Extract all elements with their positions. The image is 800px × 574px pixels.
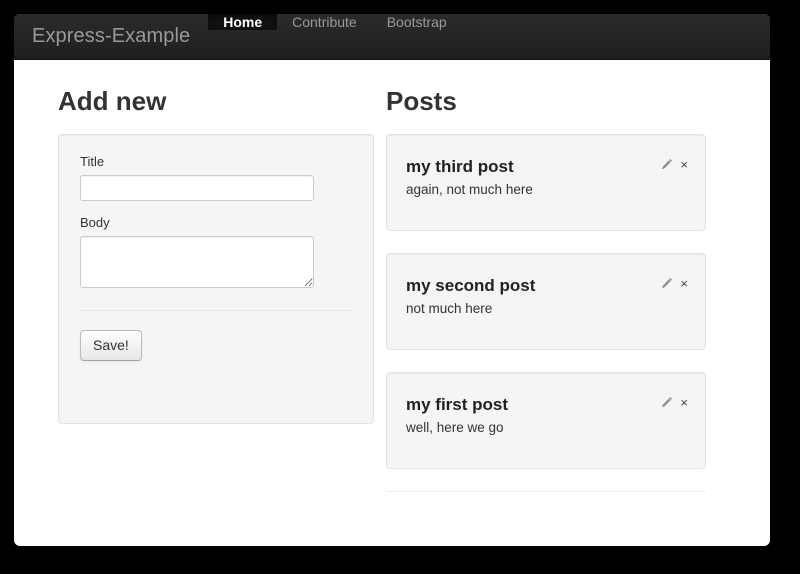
post-body: again, not much here — [406, 181, 533, 197]
pencil-icon[interactable] — [660, 277, 673, 290]
save-button[interactable]: Save! — [80, 329, 142, 362]
nav-link-contribute[interactable]: Contribute — [277, 14, 372, 30]
posts-bottom-divider — [386, 490, 706, 492]
pencil-icon[interactable] — [660, 396, 673, 409]
post-card: my second post not much here × — [386, 252, 706, 350]
post-title: my first post — [406, 394, 509, 414]
navbar-brand[interactable]: Express-Example — [14, 14, 208, 59]
add-new-form-panel: Title Body Save! — [58, 133, 374, 424]
nav-item-bootstrap[interactable]: Bootstrap — [372, 14, 462, 59]
title-label: Title — [80, 153, 105, 169]
post-title: my second post — [406, 275, 536, 295]
pencil-icon[interactable] — [660, 158, 673, 171]
posts-heading: Posts — [386, 86, 457, 116]
nav-item-home[interactable]: Home — [208, 14, 278, 59]
post-actions: × — [660, 396, 688, 409]
close-icon[interactable]: × — [680, 277, 688, 290]
close-icon[interactable]: × — [680, 158, 688, 171]
post-title: my third post — [406, 156, 514, 176]
post-body: well, here we go — [406, 419, 504, 435]
screenshot-viewport: Express-Example Home Contribute Bootstra… — [0, 0, 800, 574]
post-card: my first post well, here we go × — [386, 371, 706, 469]
body-textarea[interactable] — [80, 235, 314, 288]
title-input[interactable] — [80, 174, 314, 201]
post-body: not much here — [406, 300, 493, 316]
navbar: Express-Example Home Contribute Bootstra… — [14, 14, 770, 60]
navbar-links: Home Contribute Bootstrap — [208, 14, 461, 59]
post-actions: × — [660, 158, 688, 171]
nav-link-home[interactable]: Home — [208, 14, 278, 30]
page-content: Add new Title Body Save! Posts my third … — [14, 60, 770, 492]
post-card: my third post again, not much here × — [386, 133, 706, 231]
post-actions: × — [660, 277, 688, 290]
add-new-heading: Add new — [58, 86, 167, 116]
add-new-column: Add new Title Body Save! — [14, 60, 386, 492]
form-divider — [80, 309, 352, 311]
nav-item-contribute[interactable]: Contribute — [277, 14, 372, 59]
body-label: Body — [80, 214, 110, 230]
posts-column: Posts my third post again, not much here — [386, 60, 770, 492]
close-icon[interactable]: × — [680, 396, 688, 409]
nav-link-bootstrap[interactable]: Bootstrap — [372, 14, 462, 30]
browser-page: Express-Example Home Contribute Bootstra… — [14, 14, 770, 546]
